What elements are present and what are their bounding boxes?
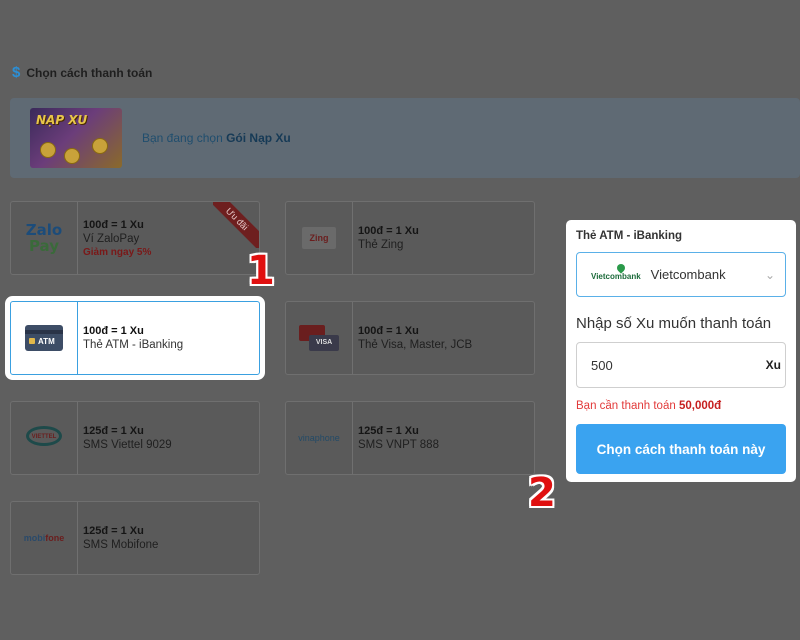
vinaphone-logo: vinaphone [298,433,340,443]
zing-logo: Zing [302,227,336,249]
chevron-down-icon: ⌄ [764,267,775,282]
atm-card-icon: ATM [25,325,63,351]
banner-text: Bạn đang chọn Gói Nạp Xu [142,131,291,145]
bank-name: Vietcombank [650,267,726,282]
vietcombank-logo: Vietcombank [591,268,641,281]
method-name: Thẻ Visa, Master, JCB [358,339,473,351]
method-name: SMS Mobifone [83,539,159,551]
amount-label: Nhập số Xu muốn thanh toán [576,315,772,332]
bank-select[interactable]: Vietcombank Vietcombank ⌄ [576,252,786,297]
method-card-vinaphone[interactable]: vinaphone 125đ = 1 Xu SMS VNPT 888 [285,401,535,475]
method-name: Thẻ ATM - iBanking [83,339,184,351]
method-card-viettel[interactable]: VIETTEL 125đ = 1 Xu SMS Viettel 9029 [10,401,260,475]
amount-unit: Xu [765,358,781,372]
panel-title: Thẻ ATM - iBanking [576,230,683,242]
step-marker-1: 1 [247,248,275,294]
method-name: SMS Viettel 9029 [83,439,172,451]
promo-ribbon: Ưu đãi [213,202,259,248]
visa-mastercard-logo: VISA [299,325,339,351]
method-name: Thẻ Zing [358,239,404,251]
selected-package: Gói Nạp Xu [226,131,291,145]
method-rate: 100đ = 1 Xu [83,218,144,231]
method-rate: 125đ = 1 Xu [83,425,144,437]
method-rate: 100đ = 1 Xu [358,225,419,237]
step-marker-2: 2 [528,470,556,516]
method-rate: 100đ = 1 Xu [83,325,144,337]
zalopay-logo: Zalo Pay [25,221,63,255]
method-card-zalopay[interactable]: Zalo Pay 100đ = 1 Xu Ví ZaloPay Giảm nga… [10,201,260,275]
method-card-atm[interactable]: ATM 100đ = 1 Xu Thẻ ATM - iBanking [10,301,260,375]
method-name: Ví ZaloPay [83,232,140,245]
dollar-icon: $ [12,64,21,81]
package-banner: NẠP XU Bạn đang chọn Gói Nạp Xu [10,98,800,178]
method-rate: 125đ = 1 Xu [83,525,144,537]
section-title: Chọn cách thanh toán [26,65,153,80]
method-card-zing[interactable]: Zing 100đ = 1 Xu Thẻ Zing [285,201,535,275]
method-card-visa[interactable]: VISA 100đ = 1 Xu Thẻ Visa, Master, JCB [285,301,535,375]
amount-input[interactable] [591,357,731,373]
promo-text: Giảm ngay 5% [83,246,152,258]
amount-field: Xu [576,342,786,388]
confirm-payment-button[interactable]: Chọn cách thanh toán này [576,424,786,474]
method-name: SMS VNPT 888 [358,439,439,451]
viettel-logo: VIETTEL [24,426,64,450]
mobifone-logo: mobifone [23,533,65,543]
nap-xu-banner-image: NẠP XU [30,108,122,168]
amount-due: 50,000đ [678,400,722,412]
section-header: $ Chọn cách thanh toán [12,64,152,81]
method-rate: 125đ = 1 Xu [358,425,419,437]
method-rate: 100đ = 1 Xu [358,325,419,337]
payment-panel: Thẻ ATM - iBanking Vietcombank Vietcomba… [566,220,796,482]
amount-due-text: Bạn cần thanh toán 50,000đ [576,400,722,412]
method-card-mobifone[interactable]: mobifone 125đ = 1 Xu SMS Mobifone [10,501,260,575]
